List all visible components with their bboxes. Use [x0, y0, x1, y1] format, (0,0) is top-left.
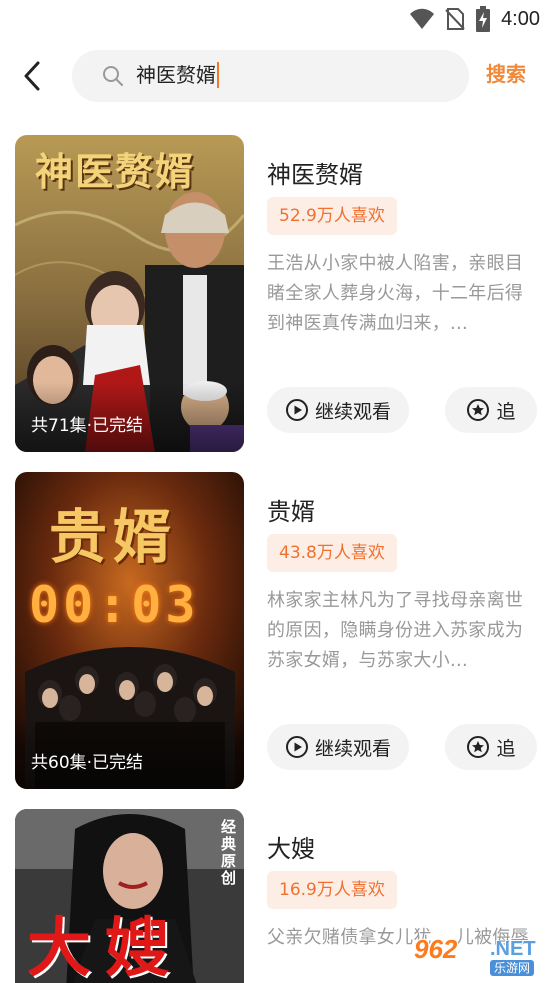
- likes-badge: 43.8万人喜欢: [267, 534, 397, 572]
- back-button[interactable]: [14, 56, 50, 96]
- poster-countdown-text: 00:03: [29, 576, 200, 634]
- poster-title-text: 大嫂: [27, 911, 183, 983]
- search-query-text: 神医赘婿: [136, 63, 216, 87]
- battery-charging-icon: [476, 6, 491, 32]
- result-card[interactable]: 神医赘婿 共71集·已完结 神医赘婿 52.9万人喜欢 王浩从小家中被人陷害，亲…: [15, 135, 540, 453]
- wifi-icon: [410, 8, 435, 29]
- episode-count: 共60集·已完结: [31, 753, 144, 773]
- drama-title[interactable]: 贵婿: [267, 492, 315, 527]
- follow-button[interactable]: 追: [445, 724, 537, 770]
- poster-image[interactable]: 贵婿 00:03 共60集·已完结: [15, 472, 244, 789]
- star-circle-icon: [467, 399, 490, 421]
- continue-watching-label: 继续观看: [314, 400, 391, 423]
- continue-watching-label: 继续观看: [314, 737, 391, 760]
- watermark-net: .NET: [490, 938, 536, 960]
- no-sim-icon: [445, 8, 465, 30]
- search-icon: [103, 66, 123, 86]
- continue-watching-button[interactable]: 继续观看: [267, 387, 409, 433]
- likes-badge: 52.9万人喜欢: [267, 197, 397, 235]
- follow-button[interactable]: 追: [445, 387, 537, 433]
- drama-title[interactable]: 神医赘婿: [267, 155, 363, 190]
- drama-description: 林家家主林凡为了寻找母亲离世的原因，隐瞒身份进入苏家成为苏家女婿，与苏家大小..…: [267, 590, 524, 671]
- status-time: 4:00: [501, 7, 540, 30]
- status-bar: 4:00: [0, 0, 552, 38]
- search-header: 神医赘婿 搜索: [0, 48, 552, 104]
- poster-image[interactable]: 神医赘婿 共71集·已完结: [15, 135, 244, 452]
- drama-description: 王浩从小家中被人陷害，亲眼目睹全家人葬身火海，十二年后得到神医真传满血归来，..…: [267, 253, 524, 334]
- poster-badge-text: 经典原创: [221, 818, 237, 887]
- search-button[interactable]: 搜索: [486, 60, 526, 88]
- watermark-number: 962: [414, 934, 458, 964]
- poster-title-text: 贵婿: [49, 503, 178, 571]
- result-card[interactable]: 贵婿 00:03 共60集·已完结 贵婿 43.8万人喜欢 林家家主林凡为了寻找…: [15, 472, 540, 790]
- watermark-site-name: 乐游网: [490, 960, 535, 976]
- drama-title[interactable]: 大嫂: [267, 829, 315, 864]
- text-caret: [217, 62, 219, 88]
- poster-image[interactable]: 大嫂 经典原创: [15, 809, 244, 983]
- site-watermark: 962 .NET 乐游网: [412, 934, 550, 980]
- play-circle-icon: [285, 736, 308, 758]
- follow-label: 追: [496, 737, 516, 760]
- poster-title-text: 神医赘婿: [35, 149, 196, 194]
- continue-watching-button[interactable]: 继续观看: [267, 724, 409, 770]
- follow-label: 追: [496, 400, 516, 423]
- play-circle-icon: [285, 399, 308, 421]
- star-circle-icon: [467, 736, 490, 758]
- episode-count: 共71集·已完结: [31, 416, 144, 436]
- back-arrow-icon: [24, 61, 40, 91]
- likes-badge: 16.9万人喜欢: [267, 871, 397, 909]
- search-input[interactable]: 神医赘婿: [72, 50, 469, 102]
